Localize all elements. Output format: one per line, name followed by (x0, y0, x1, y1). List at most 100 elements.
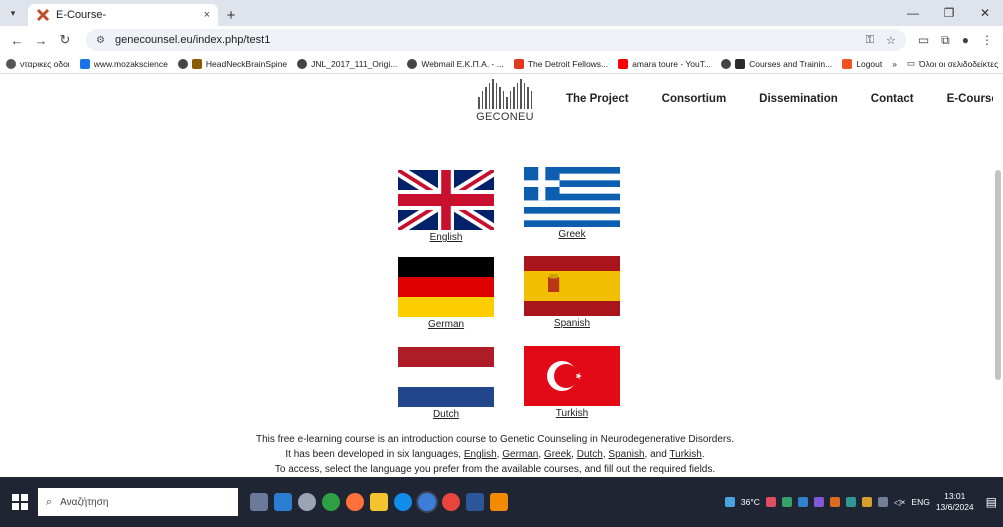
restore-icon[interactable]: ❐ (931, 0, 967, 26)
tab-close-icon[interactable]: × (204, 9, 210, 21)
turkish-flag-icon[interactable] (524, 346, 620, 406)
forward-arrow-icon[interactable]: → (30, 29, 52, 51)
inline-german-link[interactable]: German (502, 449, 538, 460)
all-bookmarks-folder[interactable]: ▭ Όλοι οι σελιδοδείκτες (907, 58, 998, 69)
notifications-icon[interactable]: ▤ (986, 495, 997, 509)
dutch-link[interactable]: Dutch (396, 409, 496, 420)
greek-link[interactable]: Greek (522, 229, 622, 240)
inline-english-link[interactable]: English (464, 449, 497, 460)
nav-contact[interactable]: Contact (871, 93, 914, 105)
spanish-flag-icon[interactable] (524, 256, 620, 316)
word-icon[interactable] (274, 493, 292, 511)
inline-dutch-link[interactable]: Dutch (577, 449, 603, 460)
weather-icon[interactable] (724, 497, 735, 507)
tray-app-icon[interactable] (861, 497, 872, 507)
app-icon[interactable] (490, 493, 508, 511)
bookmark-item[interactable]: amara toure - YouT... (618, 58, 711, 69)
bookmark-item[interactable]: www.mozakscience (79, 58, 168, 69)
german-flag-icon[interactable] (398, 257, 494, 317)
extensions-icon[interactable]: ⧉ (941, 33, 950, 48)
bookmarks-bar: νταρικες οδοι www.mozakscience HeadNeckB… (0, 54, 1003, 74)
scrollbar-thumb[interactable] (995, 170, 1001, 380)
german-link[interactable]: German (396, 319, 496, 330)
site-icon (735, 58, 746, 69)
word-icon[interactable] (466, 493, 484, 511)
file-explorer-icon[interactable] (370, 493, 388, 511)
uk-flag-icon[interactable] (398, 170, 494, 230)
taskbar-search-input[interactable]: ⌕ Αναζήτηση (38, 488, 238, 516)
site-logo[interactable]: GECONEU (470, 79, 540, 123)
inline-turkish-link[interactable]: Turkish (669, 449, 701, 460)
inline-greek-link[interactable]: Greek (544, 449, 571, 460)
windows-start-icon[interactable] (6, 488, 34, 516)
nav-e-course[interactable]: E-Course (947, 93, 998, 105)
tray-app-icon[interactable] (829, 497, 840, 507)
site-settings-icon[interactable]: ⚙ (96, 35, 105, 46)
app-icon[interactable] (322, 493, 340, 511)
close-window-icon[interactable]: ✕ (967, 0, 1003, 26)
url-text: genecounsel.eu/index.php/test1 (114, 34, 271, 46)
tab-title: E-Course- (56, 9, 107, 21)
input-language[interactable]: ENG (911, 497, 929, 507)
firefox-icon[interactable] (346, 493, 364, 511)
bookmark-item[interactable]: νταρικες οδοι (6, 58, 70, 69)
clock[interactable]: 13:01 13/6/2024 (936, 491, 974, 513)
tray-app-icon[interactable] (781, 497, 792, 507)
app-icon[interactable] (442, 493, 460, 511)
menu-kebab-icon[interactable]: ⋮ (981, 33, 993, 47)
tab-search-chevron-icon[interactable]: ▾ (0, 0, 26, 26)
page-content: GECONEU The Project Consortium Dissemina… (0, 75, 1003, 477)
more-bookmarks-button[interactable]: » (892, 59, 897, 69)
globe-icon (6, 58, 16, 69)
language-german[interactable]: German (396, 257, 496, 330)
language-dutch[interactable]: Dutch (396, 347, 496, 420)
bookmark-item[interactable]: Webmail E.K.Π.Α. - ... (407, 58, 504, 69)
spanish-link[interactable]: Spanish (522, 318, 622, 329)
volume-icon[interactable]: ◁× (894, 497, 906, 508)
reading-list-icon[interactable]: ▭ (918, 33, 929, 47)
inline-spanish-link[interactable]: Spanish (608, 449, 644, 460)
language-turkish[interactable]: Turkish (522, 346, 622, 419)
tray-app-icon[interactable] (845, 497, 856, 507)
youtube-icon (618, 58, 629, 69)
bookmark-star-icon[interactable]: ☆ (886, 34, 896, 47)
task-view-icon[interactable] (250, 493, 268, 511)
nav-the-project[interactable]: The Project (566, 93, 629, 105)
tray-app-icon[interactable] (797, 497, 808, 507)
description-line-2: It has been developed in six languages, … (285, 449, 705, 460)
profile-icon[interactable]: ● (962, 33, 969, 47)
network-icon[interactable] (877, 497, 888, 507)
logo-text: GECONEU (476, 111, 534, 123)
system-tray: 36°C ◁× ENG 13:01 13/6/2024 ▤ (724, 491, 997, 513)
bookmark-item[interactable]: Courses and Trainin... (721, 58, 832, 69)
bookmark-item[interactable]: Logout (842, 58, 882, 69)
greek-flag-icon[interactable] (524, 167, 620, 227)
url-field[interactable]: ⚙ genecounsel.eu/index.php/test1 ⚿ ☆ (86, 29, 906, 51)
minimize-icon[interactable]: — (895, 0, 931, 26)
reload-icon[interactable]: ↻ (54, 29, 76, 51)
window-controls: — ❐ ✕ (895, 0, 1003, 26)
search-icon: ⌕ (46, 495, 53, 508)
globe-icon (177, 58, 188, 69)
microsoft-icon (842, 58, 853, 69)
tray-app-icon[interactable] (813, 497, 824, 507)
password-key-icon[interactable]: ⚿ (866, 34, 874, 47)
bookmark-item[interactable]: JNL_2017_111_Origi... (297, 58, 397, 69)
bookmark-item[interactable]: HeadNeckBrainSpine (177, 58, 287, 69)
english-link[interactable]: English (396, 232, 496, 243)
dutch-flag-icon[interactable] (398, 347, 494, 407)
browser-tab[interactable]: E-Course- × (28, 4, 218, 26)
nav-dissemination[interactable]: Dissemination (759, 93, 838, 105)
tray-app-icon[interactable] (765, 497, 776, 507)
nav-consortium[interactable]: Consortium (662, 93, 727, 105)
new-tab-button[interactable]: + (218, 4, 244, 26)
chrome-icon[interactable] (418, 493, 436, 511)
language-greek[interactable]: Greek (522, 167, 622, 240)
bookmark-item[interactable]: The Detroit Fellows... (513, 58, 608, 69)
turkish-link[interactable]: Turkish (522, 408, 622, 419)
language-spanish[interactable]: Spanish (522, 256, 622, 329)
back-arrow-icon[interactable]: ← (6, 29, 28, 51)
settings-gear-icon[interactable] (298, 493, 316, 511)
language-english[interactable]: English (396, 170, 496, 243)
edge-icon[interactable] (394, 493, 412, 511)
